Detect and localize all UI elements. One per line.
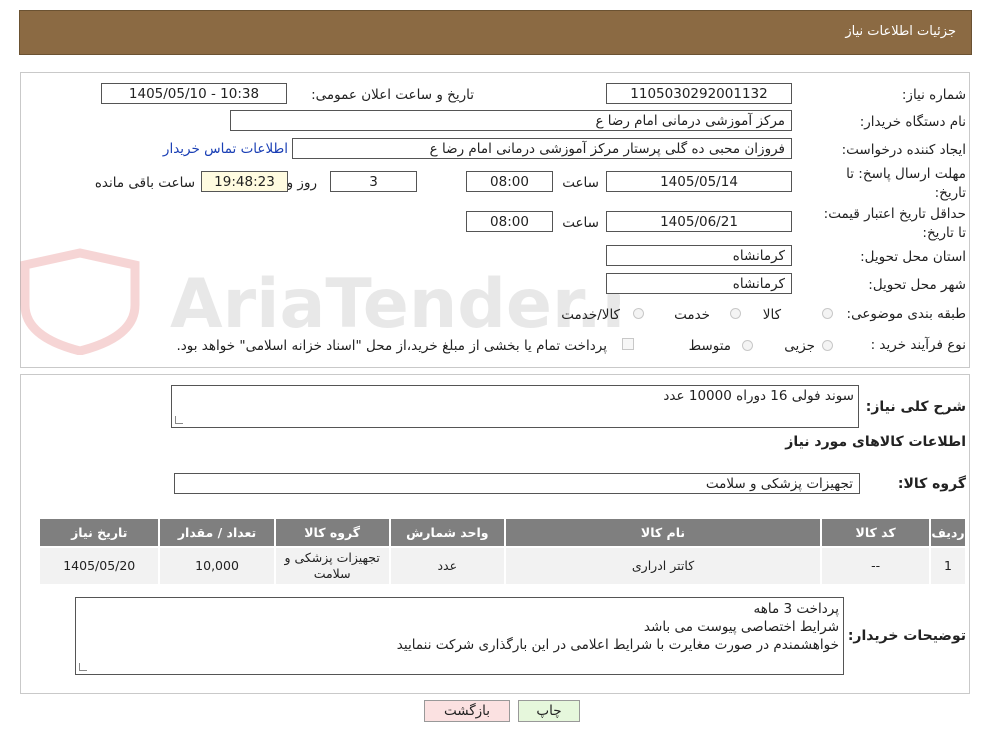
category-both-label: کالا/خدمت xyxy=(561,307,620,323)
treasury-payment-checkbox[interactable] xyxy=(622,338,634,350)
process-medium-radio[interactable] xyxy=(742,340,753,351)
description-text: سوند فولی 16 دوراه 10000 عدد xyxy=(663,388,854,404)
table-row: 1 -- کاتتر ادراری عدد تجهیزات پزشکی و سل… xyxy=(37,546,967,586)
goods-group-field: تجهیزات پزشکی و سلامت xyxy=(174,473,860,494)
col-code: کد کالا xyxy=(820,517,932,548)
goods-info-title: اطلاعات کالاهای مورد نیاز xyxy=(785,434,966,450)
buyer-note-line: شرایط اختصاصی پیوست می باشد xyxy=(643,619,839,635)
days-field: 3 xyxy=(330,171,417,192)
category-service-radio[interactable] xyxy=(730,308,741,319)
requester-field: فروزان محبی ده گلی پرستار مرکز آموزشی در… xyxy=(292,138,792,159)
col-row: ردیف xyxy=(929,517,967,548)
category-both-radio[interactable] xyxy=(633,308,644,319)
category-service-label: خدمت xyxy=(674,307,710,323)
category-goods-radio[interactable] xyxy=(822,308,833,319)
buyer-contact-link[interactable]: اطلاعات تماس خریدار xyxy=(163,141,288,157)
announce-field: 1405/05/10 - 10:38 xyxy=(101,83,287,104)
deadline-date-field: 1405/05/14 xyxy=(606,171,792,192)
buyer-note-line: خواهشمندم در صورت مغایرت با شرایط اعلامی… xyxy=(396,637,839,653)
col-name: نام کالا xyxy=(503,517,823,548)
cell-code: -- xyxy=(820,546,932,586)
resize-grip-icon xyxy=(175,416,183,424)
validity-date-field: 1405/06/21 xyxy=(606,211,792,232)
resize-grip-icon xyxy=(79,663,87,671)
col-qty: تعداد / مقدار xyxy=(158,517,276,548)
buyer-notes-field: پرداخت 3 ماهه شرایط اختصاصی پیوست می باش… xyxy=(75,597,844,675)
col-group: گروه کالا xyxy=(273,517,391,548)
page-title: جزئیات اطلاعات نیاز xyxy=(845,24,956,39)
buyer-notes-label: توضیحات خریدار: xyxy=(847,628,966,644)
cell-date: 1405/05/20 xyxy=(37,546,161,586)
buyer-note-line: پرداخت 3 ماهه xyxy=(753,601,839,617)
deadline-time-field: 08:00 xyxy=(466,171,553,192)
process-minor-radio[interactable] xyxy=(822,340,833,351)
goods-group-label: گروه کالا: xyxy=(897,476,966,492)
need-number-label: شماره نیاز: xyxy=(901,87,966,103)
announce-label: تاریخ و ساعت اعلان عمومی: xyxy=(311,87,474,103)
cell-qty: 10,000 xyxy=(158,546,276,586)
deadline-label: مهلت ارسال پاسخ: تا تاریخ: xyxy=(846,166,966,201)
treasury-payment-label: پرداخت تمام یا بخشی از مبلغ خرید،از محل … xyxy=(176,338,607,354)
cell-unit: عدد xyxy=(388,546,506,586)
buyer-org-field: مرکز آموزشی درمانی امام رضا ع xyxy=(230,110,792,131)
process-medium-label: متوسط xyxy=(688,338,731,354)
category-label: طبقه بندی موضوعی: xyxy=(846,306,966,322)
process-minor-label: جزیی xyxy=(784,338,815,354)
requester-label: ایجاد کننده درخواست: xyxy=(841,142,966,158)
cell-name: کاتتر ادراری xyxy=(503,546,823,586)
need-number-field: 1105030292001132 xyxy=(606,83,792,104)
category-goods-label: کالا xyxy=(762,307,781,323)
goods-table: ردیف کد کالا نام کالا واحد شمارش گروه کا… xyxy=(37,517,967,586)
back-button[interactable]: بازگشت xyxy=(424,700,510,722)
print-button[interactable]: چاپ xyxy=(518,700,580,722)
cell-row: 1 xyxy=(929,546,967,586)
description-field: سوند فولی 16 دوراه 10000 عدد xyxy=(171,385,859,428)
remaining-time-field: 19:48:23 xyxy=(201,171,288,192)
col-date: تاریخ نیاز xyxy=(37,517,161,548)
col-unit: واحد شمارش xyxy=(388,517,506,548)
city-label: شهر محل تحویل: xyxy=(868,277,966,293)
description-label: شرح کلی نیاز: xyxy=(865,399,966,415)
remaining-label: ساعت باقی مانده xyxy=(94,175,195,191)
deadline-time-label: ساعت xyxy=(562,175,599,191)
province-field: کرمانشاه xyxy=(606,245,792,266)
validity-label: حداقل تاریخ اعتبار قیمت: تا تاریخ: xyxy=(823,206,966,241)
table-header-row: ردیف کد کالا نام کالا واحد شمارش گروه کا… xyxy=(37,517,967,548)
buyer-org-label: نام دستگاه خریدار: xyxy=(859,114,966,130)
city-field: کرمانشاه xyxy=(606,273,792,294)
process-label: نوع فرآیند خرید : xyxy=(870,337,966,353)
page-header: جزئیات اطلاعات نیاز xyxy=(19,10,972,55)
validity-time-label: ساعت xyxy=(562,215,599,231)
province-label: استان محل تحویل: xyxy=(860,249,966,265)
cell-group: تجهیزات پزشکی و سلامت xyxy=(273,546,391,586)
days-label: روز و xyxy=(286,175,317,191)
validity-time-field: 08:00 xyxy=(466,211,553,232)
